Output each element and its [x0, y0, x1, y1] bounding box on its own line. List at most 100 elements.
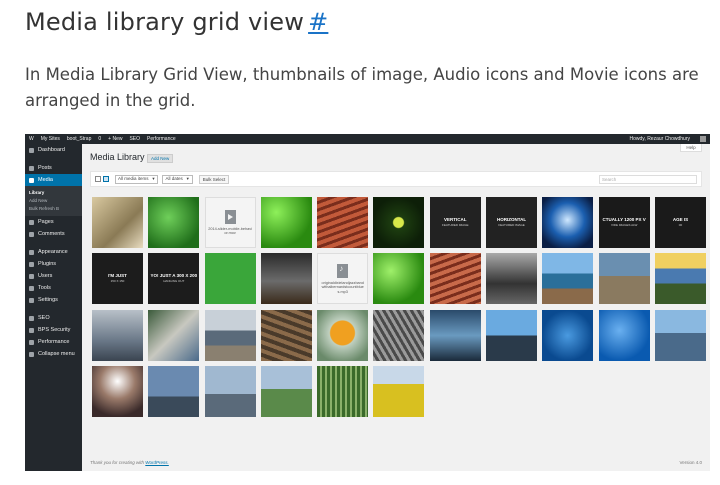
sidebar-item-posts[interactable]: Posts — [25, 162, 82, 174]
media-thumbnail[interactable] — [317, 197, 369, 248]
anchor-link[interactable]: # — [308, 8, 328, 36]
thumbnail-caption: CTUALLY 1200 PX V VIDE IMAGES ALW — [602, 217, 646, 227]
media-thumbnail[interactable]: I'M JUST 150 X 150 — [92, 253, 143, 305]
media-thumbnail[interactable] — [260, 309, 312, 361]
media-thumbnail[interactable] — [373, 197, 425, 248]
sidebar-item-settings[interactable]: Settings — [25, 294, 82, 306]
media-thumbnail[interactable]: AGE IS 00 — [654, 197, 706, 248]
media-thumbnail[interactable] — [148, 365, 200, 417]
media-thumbnail[interactable] — [429, 309, 481, 361]
media-thumbnail[interactable] — [654, 253, 706, 305]
seo-icon — [29, 315, 34, 321]
media-thumbnail[interactable] — [204, 365, 256, 417]
media-thumbnail[interactable] — [92, 309, 143, 361]
seo-link[interactable]: SEO — [129, 136, 140, 142]
bulk-select-button[interactable]: Bulk Select — [198, 174, 230, 184]
media-thumbnail[interactable] — [486, 253, 538, 305]
media-thumbnail[interactable] — [542, 197, 594, 248]
media-library-screenshot: W My Sites boot_Strap 0 + New SEO Perfor… — [25, 134, 710, 471]
grid-view-icon[interactable] — [103, 176, 109, 182]
movie-file-icon — [224, 209, 236, 224]
wordpress-logo-icon[interactable]: W — [29, 136, 34, 142]
media-thumbnail[interactable]: YO! JUST A 300 X 200 HANGING OUT — [148, 253, 200, 305]
media-thumbnail[interactable]: CTUALLY 1200 PX V VIDE IMAGES ALW — [598, 197, 650, 248]
settings-icon — [29, 297, 34, 303]
help-tab[interactable]: Help — [680, 144, 702, 152]
sidebar-item-tools[interactable]: Tools — [25, 282, 82, 294]
media-thumbnail[interactable] — [598, 309, 650, 361]
media-thumbnail[interactable] — [542, 309, 594, 361]
media-thumbnail[interactable] — [260, 197, 312, 248]
sidebar-item-label: Appearance — [38, 249, 68, 255]
media-thumbnail[interactable]: HORIZONTAL FEATURED IMAGE — [486, 197, 538, 248]
sidebar-item-label: Tools — [38, 285, 51, 291]
media-thumbnail[interactable] — [429, 253, 481, 305]
site-name-link[interactable]: boot_Strap — [67, 136, 91, 142]
media-thumbnail[interactable] — [373, 253, 425, 305]
media-thumbnail[interactable] — [598, 253, 650, 305]
dashboard-icon — [29, 147, 34, 153]
sidebar-item-plugins[interactable]: Plugins — [25, 258, 82, 270]
sidebar-item-users[interactable]: Users — [25, 270, 82, 282]
admin-bar: W My Sites boot_Strap 0 + New SEO Perfor… — [25, 134, 710, 144]
account-menu[interactable]: Howdy, Rezaur Chowdhury — [630, 136, 706, 142]
media-thumbnail[interactable] — [260, 253, 312, 305]
media-thumbnail[interactable] — [317, 309, 369, 361]
sidebar-item-pages[interactable]: Pages — [25, 216, 82, 228]
collapse-icon — [29, 351, 34, 357]
submenu-add-new[interactable]: Add New — [25, 196, 82, 204]
media-thumbnail[interactable] — [204, 309, 256, 361]
media-icon — [29, 177, 34, 183]
media-thumbnail[interactable] — [92, 365, 143, 417]
sidebar-item-appearance[interactable]: Appearance — [25, 246, 82, 258]
my-sites-link[interactable]: My Sites — [41, 136, 60, 142]
media-thumbnail[interactable] — [486, 309, 538, 361]
thumbnail-caption: YO! JUST A 300 X 200 HANGING OUT — [150, 273, 198, 283]
media-thumbnail[interactable] — [260, 365, 312, 417]
new-content-link[interactable]: + New — [108, 136, 122, 142]
media-submenu: Library Add New Bulk Refresh B — [25, 186, 82, 216]
performance-link[interactable]: Performance — [147, 136, 176, 142]
media-type-filter[interactable]: All media items ▼ — [115, 174, 159, 184]
wordpress-link[interactable]: WordPress. — [145, 460, 169, 465]
sidebar-collapse-menu[interactable]: Collapse menu — [25, 348, 82, 360]
thumbnail-caption: I'M JUST 150 X 150 — [108, 273, 127, 283]
media-thumbnail[interactable]: 2014-slider-mobile-behavior.mov — [204, 197, 256, 248]
sidebar-item-label: SEO — [38, 315, 50, 321]
sidebar-item-media[interactable]: Media — [25, 174, 82, 186]
media-thumbnail[interactable] — [654, 309, 706, 361]
media-thumbnail[interactable] — [148, 309, 200, 361]
sidebar-item-bps-security[interactable]: BPS Security — [25, 324, 82, 336]
media-thumbnail[interactable] — [373, 365, 425, 417]
media-thumbnail[interactable]: VERTICAL FEATURED IMAGE — [429, 197, 481, 248]
users-icon — [29, 273, 34, 279]
media-thumbnail[interactable] — [204, 253, 256, 305]
sidebar-item-seo[interactable]: SEO — [25, 312, 82, 324]
media-thumbnail[interactable] — [373, 309, 425, 361]
footer-version: Version 4.0 — [679, 460, 702, 465]
search-input[interactable]: Search — [599, 174, 697, 184]
comments-count[interactable]: 0 — [98, 136, 101, 142]
media-thumbnail[interactable] — [92, 197, 143, 248]
sidebar-item-label: Media — [38, 177, 53, 183]
media-thumbnail[interactable]: originaldixielandjazzbandwithalbernardst… — [317, 253, 369, 305]
sidebar-item-label: Performance — [38, 339, 70, 345]
wrench-icon — [29, 285, 34, 291]
chevron-down-icon: ▼ — [151, 176, 156, 181]
media-thumbnail[interactable] — [317, 365, 369, 417]
sidebar-item-comments[interactable]: Comments — [25, 228, 82, 240]
submenu-bulk-refresh[interactable]: Bulk Refresh B — [25, 204, 82, 212]
submenu-library[interactable]: Library — [25, 188, 82, 196]
list-view-icon[interactable] — [95, 176, 101, 182]
media-thumbnail[interactable] — [148, 197, 200, 248]
date-filter[interactable]: All dates ▼ — [162, 174, 193, 184]
shield-icon — [29, 327, 34, 333]
add-new-button[interactable]: Add New — [147, 154, 174, 163]
media-library-heading: Media Library — [90, 152, 145, 162]
description-paragraph: In Media Library Grid View, thumbnails o… — [25, 65, 699, 110]
sidebar-item-dashboard[interactable]: Dashboard — [25, 144, 82, 156]
sidebar-item-performance[interactable]: Performance — [25, 336, 82, 348]
sidebar-item-label: Pages — [38, 219, 54, 225]
date-filter-value: All dates — [165, 176, 183, 181]
media-thumbnail[interactable] — [542, 253, 594, 305]
